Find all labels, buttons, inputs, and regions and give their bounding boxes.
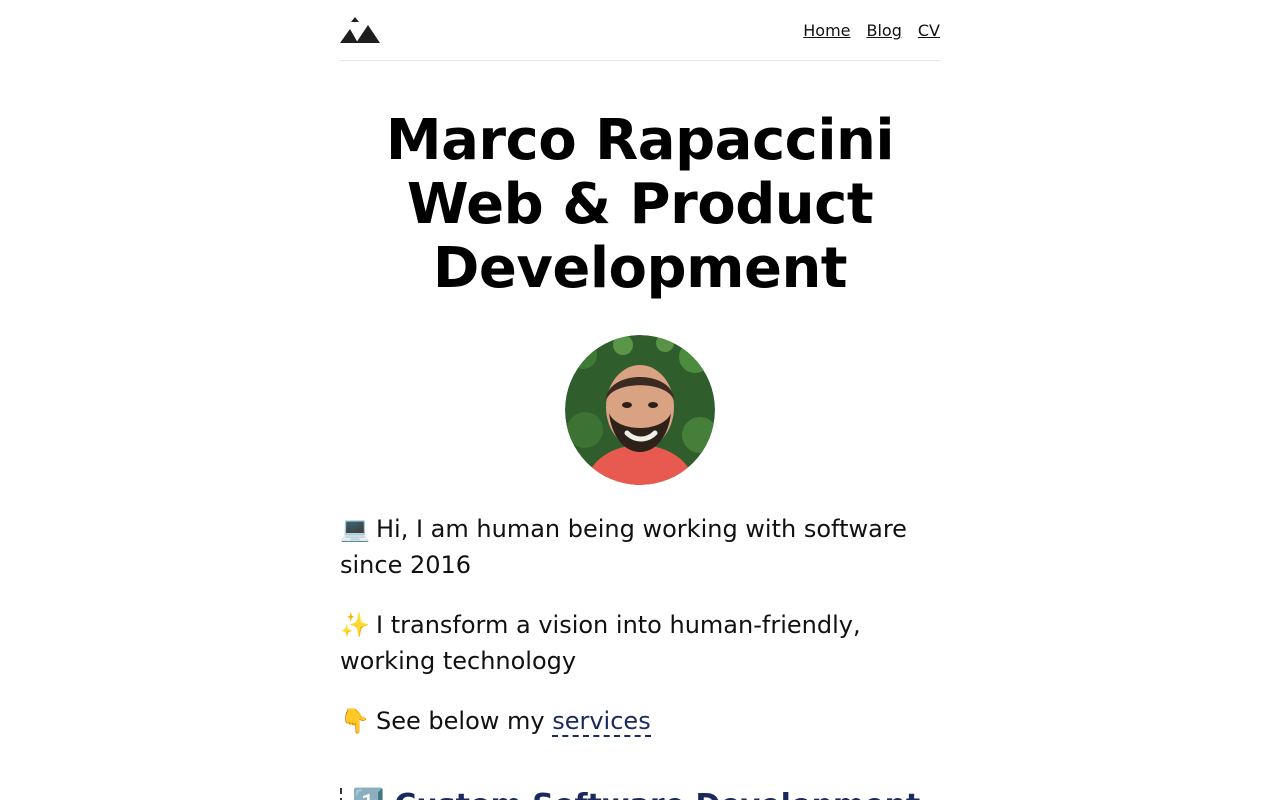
top-bar: Home Blog CV xyxy=(340,0,940,61)
avatar xyxy=(565,335,715,485)
laptop-icon: 💻 xyxy=(340,515,370,543)
services-link[interactable]: services xyxy=(552,707,651,737)
title-line-3: Development xyxy=(432,236,848,301)
intro-line-1-text: Hi, I am human being working with softwa… xyxy=(340,515,907,579)
title-line-2: Web & Product xyxy=(406,172,874,237)
nav-cv-link[interactable]: CV xyxy=(918,21,940,41)
intro-section: 💻 Hi, I am human being working with softw… xyxy=(340,511,940,739)
top-nav: Home Blog CV xyxy=(803,19,940,41)
intro-line-2: ✨ I transform a vision into human-friendl… xyxy=(340,607,940,679)
intro-line-2-text: I transform a vision into human-friendly… xyxy=(340,611,861,675)
intro-line-3: 👇 See below my services xyxy=(340,703,940,739)
number-one-icon: 1️⃣ xyxy=(352,788,384,800)
mountain-logo-icon[interactable] xyxy=(340,17,380,45)
nav-home-link[interactable]: Home xyxy=(803,21,850,41)
page-container: Home Blog CV Marco Rapaccini Web & Produ… xyxy=(340,0,940,800)
service-custom-software-link[interactable]: Custom Software Development xyxy=(394,788,920,800)
sparkles-icon: ✨ xyxy=(340,611,370,639)
point-down-icon: 👇 xyxy=(340,707,370,735)
intro-line-3-text: See below my xyxy=(376,707,553,735)
nav-blog-link[interactable]: Blog xyxy=(867,21,902,41)
services-list-item-1: 1️⃣ Custom Software Development xyxy=(340,788,920,800)
page-title: Marco Rapaccini Web & Product Developmen… xyxy=(340,109,940,301)
avatar-container xyxy=(340,335,940,485)
title-line-1: Marco Rapaccini xyxy=(385,108,895,173)
intro-line-1: 💻 Hi, I am human being working with softw… xyxy=(340,511,940,583)
